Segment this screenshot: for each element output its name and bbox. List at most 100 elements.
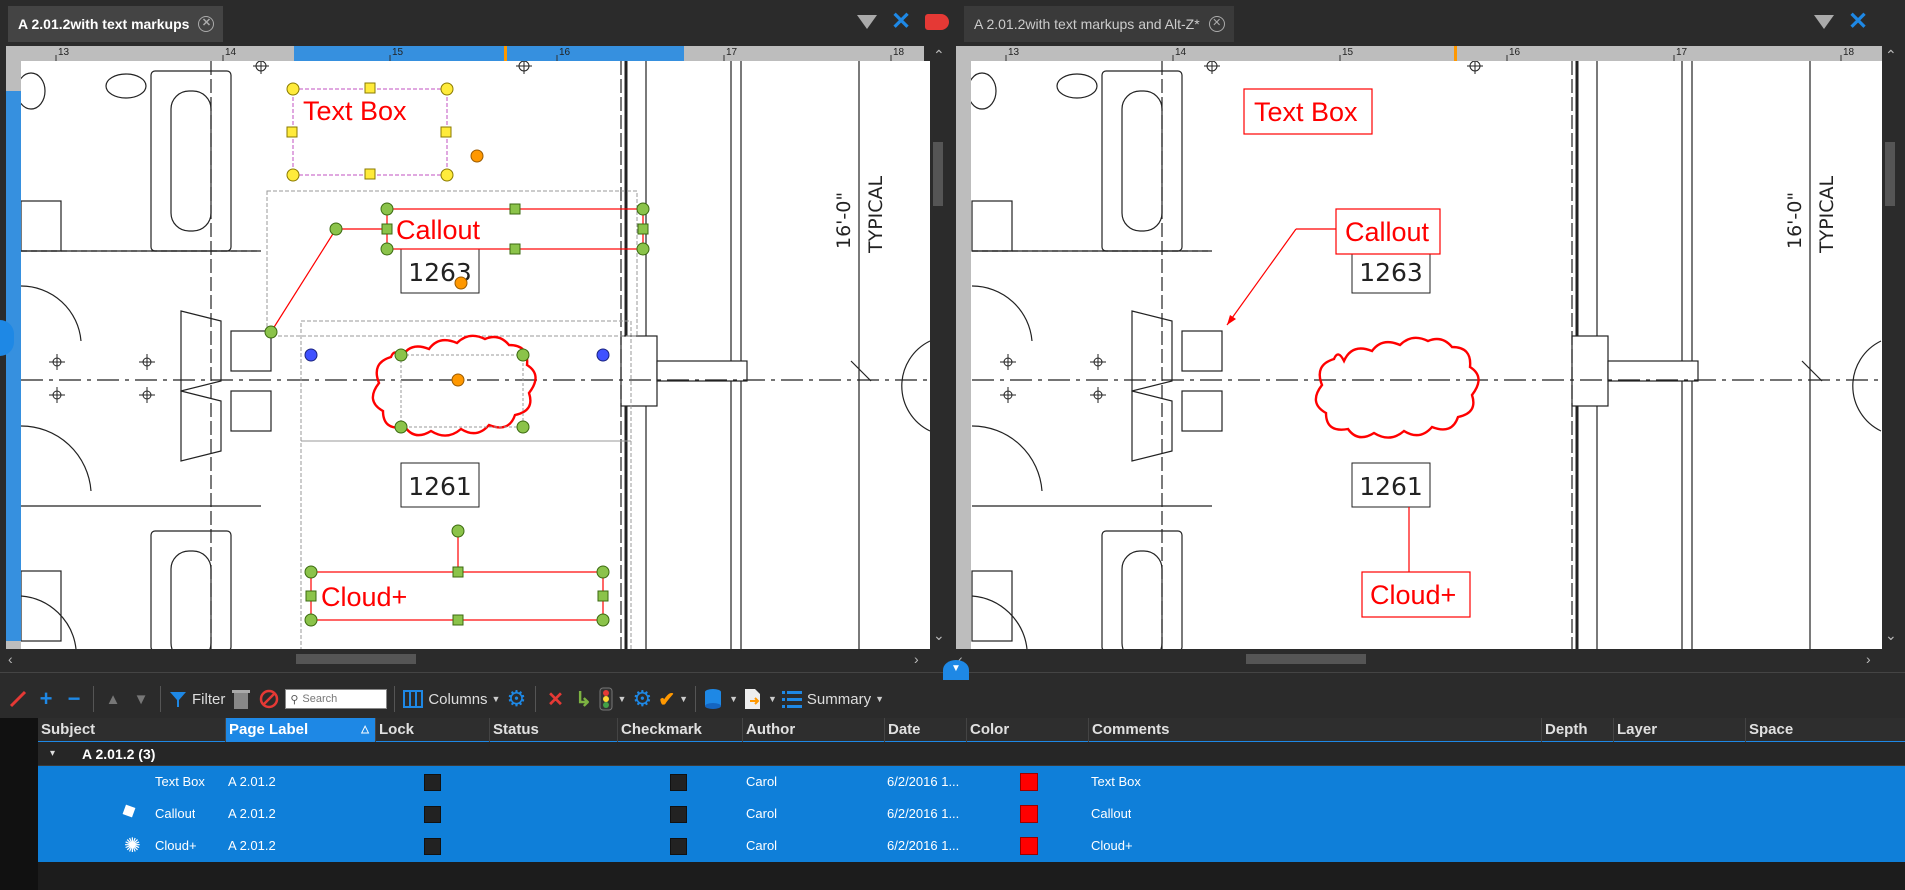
move-down-icon[interactable]: ▼ [129, 684, 153, 714]
left-document-pane: A 2.01.2with text markups ✕ ✕ 13 14 15 1… [0, 0, 956, 672]
column-header-page-label-text: Page Label [229, 721, 309, 738]
scroll-thumb[interactable] [933, 142, 943, 206]
right-drawing-canvas[interactable]: 1263 1261 16'-0" TYPICAL Text Box Callou… [971, 61, 1882, 649]
ruler-label: 16 [1509, 47, 1521, 58]
right-horizontal-scrollbar[interactable]: ‹ › [956, 650, 1882, 668]
cloud-plus-markup-label: Cloud+ [321, 582, 407, 612]
column-header-space[interactable]: Space [1746, 718, 1905, 742]
clear-filter-icon[interactable] [257, 684, 281, 714]
column-header-lock[interactable]: Lock [376, 718, 490, 742]
grid-empty-area [38, 862, 1905, 890]
scroll-up-icon[interactable]: ⌃ [1885, 48, 1897, 62]
markups-list-grid: Subject Page Label △ Lock Status Checkma… [38, 718, 1905, 890]
table-row[interactable]: Callout A 2.01.2 Carol 6/2/2016 1... Cal… [38, 798, 1905, 830]
right-tab-tools: ✕ [1814, 10, 1868, 34]
color-swatch[interactable] [1020, 773, 1038, 791]
settings-gear-icon[interactable]: ⚙ [504, 684, 528, 714]
checkmark-checkbox[interactable] [670, 774, 687, 791]
close-icon[interactable]: ✕ [1208, 16, 1225, 32]
add-icon[interactable]: + [34, 684, 58, 714]
left-floor-plan-drawing: 1263 1261 16'-0" TYPICAL Text Box Callou… [21, 61, 930, 649]
table-row[interactable]: ✺ Cloud+ A 2.01.2 Carol 6/2/2016 1... Cl… [38, 830, 1905, 862]
dimension-label: 16'-0" [1784, 192, 1806, 249]
left-horizontal-scrollbar[interactable]: ‹ › [6, 650, 930, 668]
column-header-page-label[interactable]: Page Label △ [226, 718, 376, 742]
column-header-date[interactable]: Date [885, 718, 967, 742]
scroll-thumb[interactable] [1885, 142, 1895, 206]
right-tab-title: A 2.01.2with text markups and Alt-Z* [974, 16, 1200, 32]
markup-flag-icon[interactable] [925, 14, 950, 30]
left-vertical-scrollbar[interactable]: ⌃ ⌄ [930, 46, 946, 650]
scroll-thumb[interactable] [1246, 654, 1366, 664]
ruler-label: 16 [559, 47, 571, 58]
reply-arrow-icon[interactable]: ↳ [571, 684, 595, 714]
pen-icon[interactable] [6, 684, 30, 714]
column-header-author[interactable]: Author [743, 718, 885, 742]
close-icon[interactable]: ✕ [198, 16, 215, 32]
search-placeholder: Search [302, 693, 338, 705]
summary-list-icon [781, 691, 802, 708]
left-tab-tools: ✕ [857, 10, 950, 34]
scroll-right-icon[interactable]: › [914, 652, 919, 666]
callout-markup-label: Callout [1345, 217, 1430, 247]
delete-icon[interactable]: ✕ [543, 684, 567, 714]
close-document-icon[interactable]: ✕ [891, 10, 911, 34]
scroll-thumb[interactable] [296, 654, 416, 664]
left-horizontal-ruler: 13 14 15 16 17 18 [6, 46, 924, 61]
move-up-icon[interactable]: ▲ [101, 684, 125, 714]
checkmark-checkbox[interactable] [670, 806, 687, 823]
ruler-label: 14 [225, 47, 237, 58]
column-header-comments[interactable]: Comments [1089, 718, 1542, 742]
lock-checkbox[interactable] [424, 774, 441, 791]
filter-button[interactable]: Filter [168, 684, 225, 714]
group-row[interactable]: ▾ A 2.01.2 (3) [38, 742, 1905, 766]
column-header-layer[interactable]: Layer [1614, 718, 1746, 742]
columns-button[interactable]: Columns ▼ [402, 684, 500, 714]
scroll-up-icon[interactable]: ⌃ [933, 48, 945, 62]
trash-icon[interactable] [229, 684, 253, 714]
scroll-down-icon[interactable]: ⌄ [933, 628, 945, 642]
export-icon[interactable]: ▼ [742, 684, 777, 714]
cloud-markup[interactable] [1314, 336, 1480, 439]
lock-checkbox[interactable] [424, 838, 441, 855]
summary-button[interactable]: Summary ▼ [781, 684, 884, 714]
checkmark-icon[interactable]: ✔ ▼ [658, 684, 688, 714]
ruler-label: 13 [58, 47, 70, 58]
color-swatch[interactable] [1020, 805, 1038, 823]
page-label-cell: A 2.01.2 [228, 774, 276, 789]
column-header-checkmark[interactable]: Checkmark [618, 718, 743, 742]
subject-cell: Text Box [155, 774, 205, 789]
column-header-depth[interactable]: Depth [1542, 718, 1614, 742]
collapse-arrow-icon[interactable]: ▾ [50, 742, 55, 766]
typical-label: TYPICAL [865, 175, 887, 254]
database-icon[interactable]: ▼ [703, 684, 738, 714]
checkmark-checkbox[interactable] [670, 838, 687, 855]
dimension-label: 16'-0" [833, 192, 855, 249]
color-swatch[interactable] [1020, 837, 1038, 855]
dropdown-triangle-icon[interactable] [857, 15, 877, 29]
table-row[interactable]: Text Box A 2.01.2 Carol 6/2/2016 1... Te… [38, 766, 1905, 798]
right-vertical-scrollbar[interactable]: ⌃ ⌄ [1882, 46, 1898, 650]
scroll-down-icon[interactable]: ⌄ [1885, 628, 1897, 642]
right-document-tab[interactable]: A 2.01.2with text markups and Alt-Z* ✕ [964, 6, 1234, 42]
remove-icon[interactable]: − [62, 684, 86, 714]
cloud-plus-markup-label: Cloud+ [1370, 580, 1456, 610]
search-icon: ⚲ [290, 693, 299, 706]
left-document-tab[interactable]: A 2.01.2with text markups ✕ [8, 6, 224, 42]
ruler-label: 18 [1843, 47, 1855, 58]
column-header-status[interactable]: Status [490, 718, 618, 742]
status-traffic-light-icon[interactable]: ▼ [599, 684, 626, 714]
search-input[interactable]: ⚲ Search [285, 689, 388, 709]
summary-label: Summary [806, 690, 872, 708]
lock-checkbox[interactable] [424, 806, 441, 823]
collapse-panel-icon[interactable]: ▼ [943, 660, 969, 680]
close-document-icon[interactable]: ✕ [1848, 10, 1868, 34]
markup-settings-gear-icon[interactable]: ⚙ [630, 684, 654, 714]
columns-icon [403, 690, 424, 708]
scroll-left-icon[interactable]: ‹ [8, 652, 13, 666]
scroll-right-icon[interactable]: › [1866, 652, 1871, 666]
dropdown-triangle-icon[interactable] [1814, 15, 1834, 29]
left-drawing-canvas[interactable]: 1263 1261 16'-0" TYPICAL Text Box Callou… [21, 61, 930, 649]
column-header-color[interactable]: Color [967, 718, 1089, 742]
column-header-subject[interactable]: Subject [38, 718, 226, 742]
